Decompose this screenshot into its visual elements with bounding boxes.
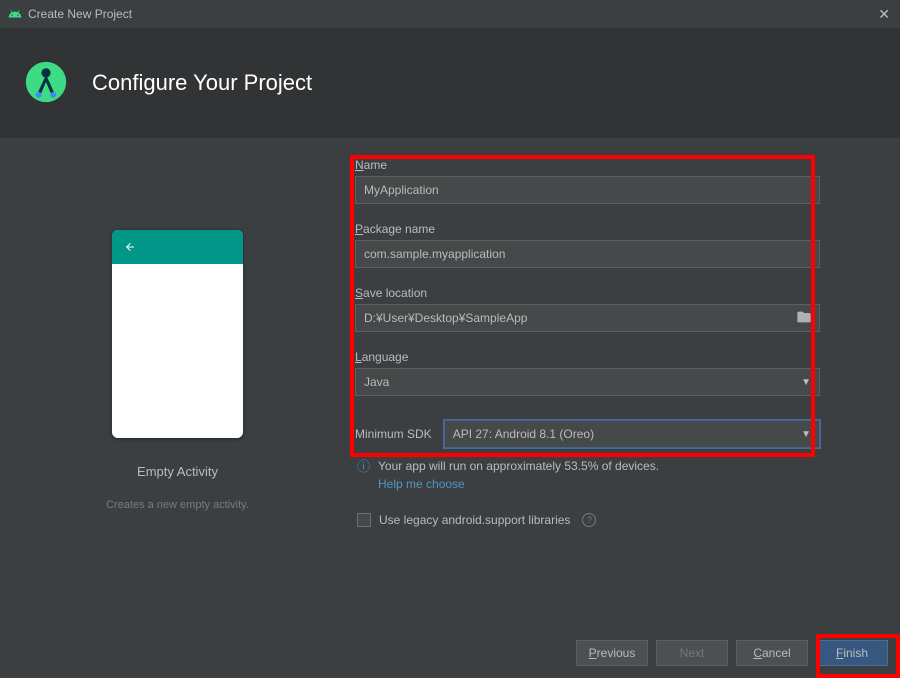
next-button: Next — [656, 640, 728, 666]
info-icon: ⓘ — [357, 458, 370, 476]
language-group: Language Java ▼ — [355, 350, 820, 396]
legacy-libraries-row: Use legacy android.support libraries ? — [355, 513, 820, 527]
package-label: Package name — [355, 222, 435, 236]
finish-button[interactable]: Finish — [816, 640, 888, 666]
name-group: Name — [355, 158, 820, 204]
back-arrow-icon — [122, 241, 138, 253]
legacy-libraries-checkbox[interactable] — [357, 513, 371, 527]
legacy-libraries-label: Use legacy android.support libraries — [379, 513, 570, 527]
previous-button[interactable]: Previous — [576, 640, 648, 666]
chevron-down-icon: ▼ — [801, 429, 811, 440]
form-panel: Name Package name Save location Language… — [355, 158, 900, 608]
window-title: Create New Project — [28, 7, 132, 21]
name-input[interactable] — [355, 176, 820, 204]
sdk-info-text: Your app will run on approximately 53.5%… — [378, 459, 659, 473]
cancel-button[interactable]: Cancel — [736, 640, 808, 666]
min-sdk-value: API 27: Android 8.1 (Oreo) — [453, 427, 594, 441]
page-title: Configure Your Project — [92, 70, 312, 96]
name-label: Name — [355, 158, 387, 172]
template-preview — [112, 230, 243, 438]
package-group: Package name — [355, 222, 820, 268]
language-value: Java — [364, 375, 389, 389]
titlebar: Create New Project ✕ — [0, 0, 900, 28]
android-app-icon — [8, 7, 22, 21]
template-description: Creates a new empty activity. — [106, 499, 249, 511]
package-input[interactable] — [355, 240, 820, 268]
template-preview-panel: Empty Activity Creates a new empty activ… — [0, 158, 355, 608]
chevron-down-icon: ▼ — [801, 377, 811, 388]
save-location-input[interactable] — [355, 304, 820, 332]
min-sdk-label: Minimum SDK — [355, 427, 432, 441]
help-icon[interactable]: ? — [582, 513, 596, 527]
preview-appbar — [112, 230, 243, 264]
close-icon[interactable]: ✕ — [878, 6, 890, 23]
button-bar: Previous Next Cancel Finish — [0, 628, 900, 678]
language-label: Language — [355, 350, 408, 364]
content-area: Empty Activity Creates a new empty activ… — [0, 138, 900, 628]
browse-folder-icon[interactable] — [796, 309, 812, 328]
dialog-header: Configure Your Project — [0, 28, 900, 138]
save-location-group: Save location — [355, 286, 820, 332]
template-name: Empty Activity — [137, 464, 218, 479]
language-select[interactable]: Java ▼ — [355, 368, 820, 396]
min-sdk-select[interactable]: API 27: Android 8.1 (Oreo) ▼ — [444, 420, 820, 448]
android-studio-icon — [24, 60, 68, 107]
sdk-info-row: ⓘ Your app will run on approximately 53.… — [355, 458, 820, 491]
min-sdk-row: Minimum SDK API 27: Android 8.1 (Oreo) ▼ — [355, 420, 820, 448]
help-me-choose-link[interactable]: Help me choose — [378, 477, 659, 491]
save-location-label: Save location — [355, 286, 427, 300]
